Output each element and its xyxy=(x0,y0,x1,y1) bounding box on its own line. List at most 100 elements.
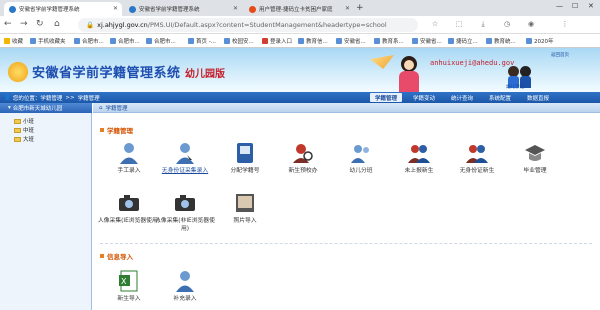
bookmark-item[interactable]: 教育系... xyxy=(374,37,404,45)
main-content: ⌂ 学籍管理 学籍管理 手工录入 无身份证采集录入 分配学籍号 新生预校办 幼儿分… xyxy=(93,103,600,310)
page-icon xyxy=(262,38,268,44)
person-icon xyxy=(173,141,197,165)
svg-text:X: X xyxy=(121,277,127,286)
menu-item-xueji-guanli[interactable]: 学籍管理 xyxy=(370,93,402,102)
folder-open-icon: ▾ xyxy=(8,105,11,111)
paper-plane-icon xyxy=(370,55,394,69)
assign-id-button[interactable]: 分配学籍号 xyxy=(213,141,277,175)
page-icon xyxy=(146,38,152,44)
extension-icon[interactable]: ⬚ xyxy=(454,20,464,30)
folder-icon xyxy=(30,38,36,44)
assign-class-button[interactable]: 幼儿分班 xyxy=(329,141,393,175)
folder-icon xyxy=(14,118,21,124)
bookmark-item[interactable]: 登录入口 xyxy=(262,37,292,45)
people-icon xyxy=(349,141,373,165)
new-student-check-button[interactable]: 新生预校办 xyxy=(271,141,335,175)
section-title-import: 信息导入 xyxy=(100,251,133,261)
menu-item-shuju-zhibao[interactable]: 数据直报 xyxy=(522,93,554,102)
person-icon xyxy=(173,269,197,293)
menu-item-tongji-chaxun[interactable]: 统计查询 xyxy=(446,93,478,102)
system-title: 安徽省学前学籍管理系统 xyxy=(32,66,181,81)
download-icon[interactable]: ⤓ xyxy=(478,20,488,30)
bookmark-item[interactable]: 校园安... xyxy=(224,37,254,45)
close-tab-icon[interactable]: ✕ xyxy=(113,5,118,12)
refresh-icon[interactable]: ↻ xyxy=(36,19,44,29)
bookmark-item[interactable]: 合肥市... xyxy=(74,37,104,45)
minimize-icon[interactable]: — xyxy=(556,2,563,10)
profile-icon[interactable]: ◉ xyxy=(526,20,536,30)
breadcrumb-item[interactable]: 学籍管理 xyxy=(78,94,100,102)
bookmark-item[interactable]: 2020年 xyxy=(526,37,554,45)
browser-tab-strip: 安徽省学前学籍管理系统 ✕ 安徽省学前学籍管理系统 ✕ 用户管理-捷码立卡贫困户家庭… xyxy=(0,0,600,16)
lock-icon: 🔒 xyxy=(86,21,95,29)
section-divider xyxy=(100,243,592,244)
menu-item-xitong-peizhi[interactable]: 系统配置 xyxy=(484,93,516,102)
photo-import-button[interactable]: 照片导入 xyxy=(213,191,277,225)
star-bookmark-icon xyxy=(4,38,10,44)
new-tab-button[interactable]: + xyxy=(356,3,364,13)
breadcrumb-item[interactable]: 学籍管理 xyxy=(40,94,62,102)
site-favicon-icon xyxy=(129,5,136,13)
history-icon[interactable]: ◷ xyxy=(502,20,512,30)
bookmark-item[interactable]: 捷码立... xyxy=(448,37,478,45)
supplement-entry-button[interactable]: 补充录入 xyxy=(153,269,217,303)
site-favicon-icon xyxy=(249,5,256,13)
menu-icon[interactable]: ⋮ xyxy=(560,20,570,30)
breadcrumb: 👤 您的位置： 学籍管理 >> 学籍管理 xyxy=(4,94,100,102)
no-id-entry-button[interactable]: 无身份证采集录入 xyxy=(153,141,217,175)
kids-label: 幼儿学籍 xyxy=(506,85,524,90)
browser-tab-3[interactable]: 用户管理-捷码立卡贫困户家庭 ✕ xyxy=(244,2,354,16)
back-icon[interactable]: ← xyxy=(4,19,12,29)
new-student-import-button[interactable]: X 新生导入 xyxy=(97,269,161,303)
folder-icon xyxy=(14,127,21,133)
bookmark-item[interactable]: 合肥市... xyxy=(110,37,140,45)
page-icon xyxy=(74,38,80,44)
menu-item-xueji-biandong[interactable]: 学籍变动 xyxy=(408,93,440,102)
browser-tab-2[interactable]: 安徽省学前学籍管理系统 ✕ xyxy=(124,2,242,16)
photo-capture-ie-button[interactable]: 人像采集(IE浏览器使用) xyxy=(97,191,161,225)
photo-icon xyxy=(233,191,257,215)
page-icon xyxy=(526,38,532,44)
excel-icon: X xyxy=(117,269,141,293)
bookmark-item[interactable]: 教育统... xyxy=(486,37,516,45)
section-title-xueji: 学籍管理 xyxy=(100,125,133,135)
return-home-link[interactable]: 返回首页 xyxy=(551,52,569,58)
camera-icon xyxy=(117,191,141,215)
browser-tab-1[interactable]: 安徽省学前学籍管理系统 ✕ xyxy=(4,2,122,16)
user-icon: 👤 xyxy=(4,95,11,101)
tree-node-xiaoban[interactable]: 小班 xyxy=(14,117,34,125)
site-favicon-icon xyxy=(9,5,16,13)
unreported-new-button[interactable]: 未上报新生 xyxy=(387,141,451,175)
graduation-button[interactable]: 毕业管理 xyxy=(503,141,567,175)
manual-entry-button[interactable]: 手工录入 xyxy=(97,141,161,175)
maximize-icon[interactable]: ☐ xyxy=(572,2,578,10)
address-toolbar: ← → ↻ ⌂ 🔒 xj.ahjygl.gov.cn/PMS.UI/Default… xyxy=(0,16,600,34)
page-icon xyxy=(224,38,230,44)
star-icon[interactable]: ☆ xyxy=(430,20,440,30)
people-icon xyxy=(407,141,431,165)
site-banner: 安徽省学前学籍管理系统 幼儿园版 anhuixueji@ahedu.gov 返回… xyxy=(0,48,600,92)
bookmark-item[interactable]: 合肥市... xyxy=(146,37,176,45)
tree-node-daban[interactable]: 大班 xyxy=(14,135,34,143)
bookmark-item[interactable]: 收藏 xyxy=(4,37,23,45)
main-navbar: 👤 您的位置： 学籍管理 >> 学籍管理 学籍管理 学籍变动 统计查询 系统配置… xyxy=(0,92,600,103)
bookmark-item[interactable]: 安徽省... xyxy=(336,37,366,45)
bookmark-item[interactable]: 安徽省... xyxy=(412,37,442,45)
home-icon[interactable]: ⌂ xyxy=(54,19,60,29)
bookmark-item[interactable]: 教育信... xyxy=(298,37,328,45)
bookmark-item[interactable]: 手机收藏夹 xyxy=(30,37,66,45)
tree-node-zhongban[interactable]: 中班 xyxy=(14,126,34,134)
bookmark-item[interactable]: 首页 -... xyxy=(188,37,216,45)
close-window-icon[interactable]: ✕ xyxy=(588,2,594,10)
tree-root[interactable]: ▾ 合肥市新天城幼儿园 xyxy=(0,103,92,113)
photo-capture-nonie-button[interactable]: 人像采集(非IE浏览器使用) xyxy=(153,191,217,233)
page-icon xyxy=(448,38,454,44)
no-id-new-button[interactable]: 无身份证新生 xyxy=(445,141,509,175)
graduation-cap-icon xyxy=(523,141,547,165)
url-input[interactable]: 🔒 xj.ahjygl.gov.cn/PMS.UI/Default.aspx?co… xyxy=(78,18,418,32)
page-icon xyxy=(298,38,304,44)
folder-icon xyxy=(14,136,21,142)
close-tab-icon[interactable]: ✕ xyxy=(233,5,238,12)
close-tab-icon[interactable]: ✕ xyxy=(345,5,350,12)
forward-icon[interactable]: → xyxy=(20,19,28,29)
